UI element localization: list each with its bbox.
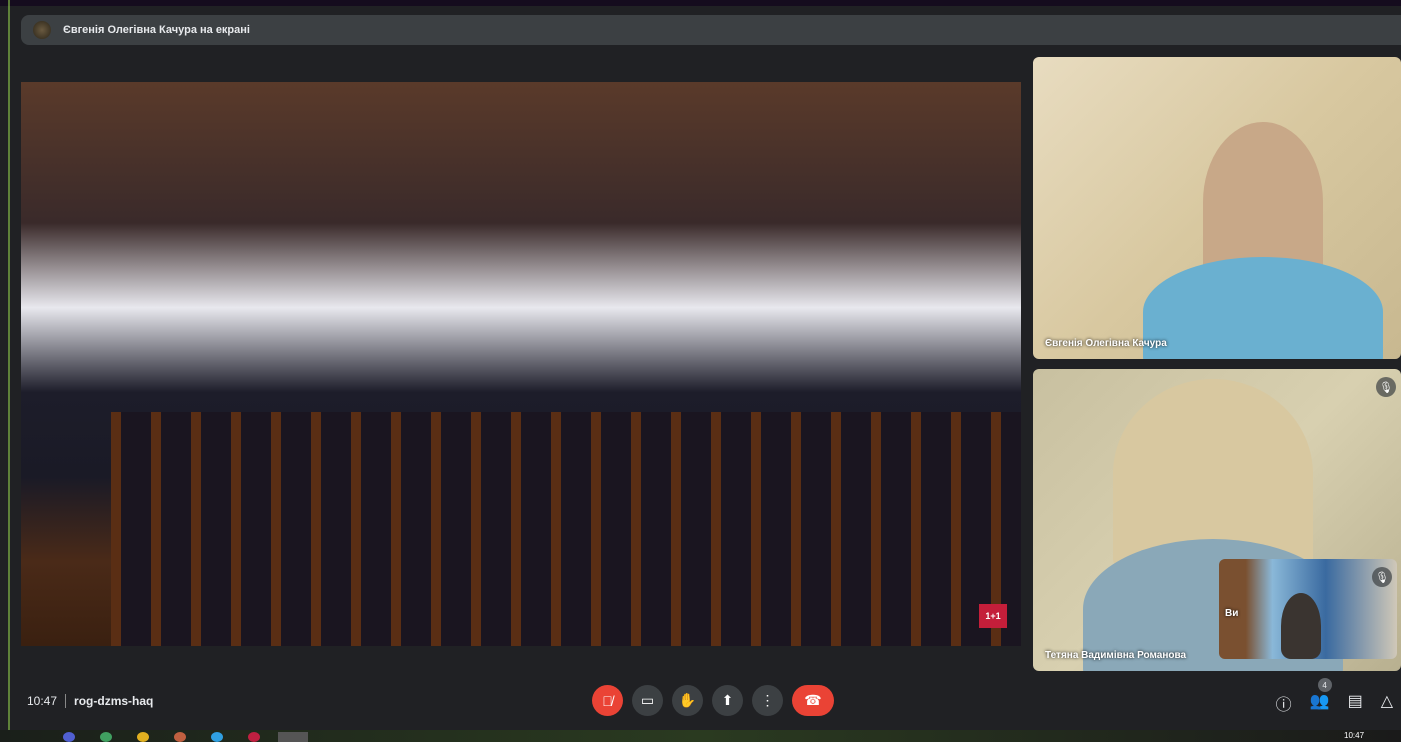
banner-text: Євгенія Олегівна Качура на екрані — [63, 24, 250, 36]
mic-off-icon: 🎙 — [1372, 567, 1392, 587]
self-label: Ви — [1225, 608, 1239, 619]
taskbar-app-icon[interactable] — [278, 732, 308, 742]
participant-tile[interactable]: Євгенія Олегівна Качура — [1033, 57, 1401, 359]
participant-video — [1143, 257, 1383, 359]
mic-off-icon: 🎙̸ — [602, 692, 613, 709]
raise-hand-button[interactable]: ✋ — [672, 685, 703, 716]
present-button[interactable]: ⬆ — [712, 685, 743, 716]
taskbar-clock: 10:47 — [1344, 731, 1365, 740]
activities-icon: △ — [1380, 693, 1393, 710]
window-border — [8, 0, 10, 730]
end-call-button[interactable]: ☎ — [792, 685, 834, 716]
self-view[interactable]: Ви 🎙 — [1219, 559, 1397, 659]
self-video — [1281, 593, 1321, 659]
people-count-badge: 4 — [1317, 678, 1332, 692]
more-icon: ⋮ — [760, 692, 775, 708]
people-button[interactable]: 👥 4 — [1309, 678, 1332, 715]
current-time: 10:47 — [27, 694, 58, 708]
os-taskbar: 10:47 — [0, 730, 1401, 742]
call-controls: 🎙̸ ▭ ✋ ⬆ ⋮ ☎ — [592, 685, 834, 716]
taskbar-app-icon[interactable] — [211, 732, 223, 742]
shared-screen-video: 1+1 — [21, 82, 1021, 646]
divider — [65, 694, 67, 708]
avatar — [33, 21, 51, 39]
participant-name: Тетяна Вадимівна Романова — [1045, 650, 1187, 661]
channel-logo: 1+1 — [979, 604, 1007, 628]
camera-icon: ▭ — [640, 692, 655, 708]
taskbar-app-icon[interactable] — [100, 732, 112, 742]
taskbar-app-icon[interactable] — [137, 732, 149, 742]
chat-icon: ▤ — [1347, 693, 1363, 710]
activities-button[interactable]: △ — [1381, 691, 1393, 715]
chat-button[interactable]: ▤ — [1348, 691, 1363, 715]
side-controls: ⓘ 👥 4 ▤ △ — [1276, 678, 1393, 715]
presentation-banner: Євгенія Олегівна Качура на екрані — [21, 15, 1401, 45]
present-icon: ⬆ — [721, 692, 734, 708]
participant-name: Євгенія Олегівна Качура — [1045, 338, 1167, 349]
taskbar-app-icon[interactable] — [174, 732, 186, 742]
window-top-strip — [0, 0, 1401, 6]
mic-toggle-button[interactable]: 🎙̸ — [592, 685, 623, 716]
raise-hand-icon: ✋ — [678, 692, 697, 708]
taskbar-app-icon[interactable] — [63, 732, 75, 742]
more-options-button[interactable]: ⋮ — [752, 685, 783, 716]
video-content — [111, 412, 1021, 646]
meeting-info: 10:47 rog-dzms-haq — [27, 694, 153, 708]
mic-off-icon: 🎙 — [1376, 377, 1396, 397]
camera-toggle-button[interactable]: ▭ — [632, 685, 663, 716]
taskbar-app-icon[interactable] — [248, 732, 260, 742]
people-icon: 👥 — [1309, 693, 1330, 710]
info-icon: ⓘ — [1275, 697, 1292, 714]
info-button[interactable]: ⓘ — [1276, 691, 1292, 715]
meeting-code: rog-dzms-haq — [74, 694, 154, 708]
end-call-icon: ☎ — [804, 692, 822, 708]
bottom-bar: 10:47 rog-dzms-haq 🎙̸ ▭ ✋ ⬆ ⋮ ☎ ⓘ 👥 4 ▤ △ — [0, 672, 1401, 730]
